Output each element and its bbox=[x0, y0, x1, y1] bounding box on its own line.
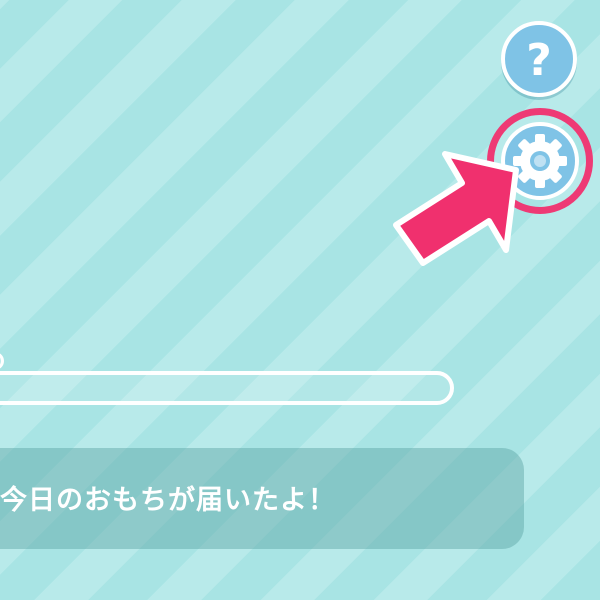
game-screen: ? 今日のおもちが届いたよ！ bbox=[0, 0, 600, 600]
settings-button[interactable] bbox=[501, 122, 579, 200]
progress-knob bbox=[0, 352, 4, 370]
question-mark-icon: ? bbox=[526, 35, 552, 86]
message-text: 今日のおもちが届いたよ！ bbox=[0, 485, 336, 516]
gear-icon bbox=[513, 134, 567, 188]
progress-bar bbox=[0, 371, 454, 405]
help-button[interactable]: ? bbox=[501, 21, 577, 97]
svg-text:?: ? bbox=[526, 35, 552, 86]
